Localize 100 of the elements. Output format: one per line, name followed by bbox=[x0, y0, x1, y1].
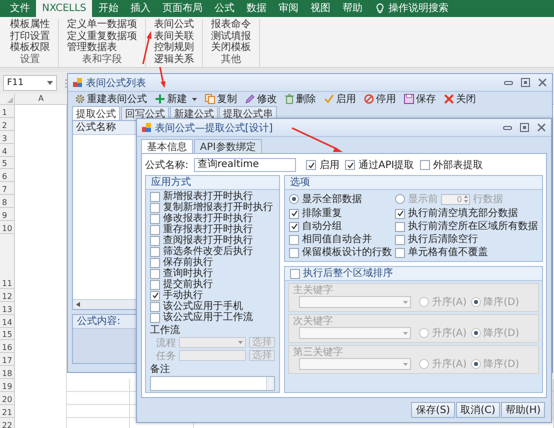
ribbon-tab[interactable]: 插入 bbox=[124, 0, 156, 17]
checkbox[interactable]: 该公式应用于工作流 bbox=[150, 312, 275, 323]
toolbar-button[interactable]: 停用 bbox=[361, 92, 399, 106]
row-header[interactable]: 5 bbox=[0, 156, 15, 170]
ribbon-command[interactable]: 关闭模板 bbox=[211, 42, 251, 54]
tab[interactable]: 提取公式 bbox=[72, 106, 120, 120]
checkbox[interactable]: 启用 bbox=[306, 160, 340, 170]
row-header[interactable]: 15 bbox=[0, 328, 15, 340]
ribbon-tab[interactable]: 页面布局 bbox=[156, 0, 208, 17]
row-header[interactable]: 3 bbox=[0, 130, 15, 144]
toolbar-button[interactable]: 保存 bbox=[401, 92, 439, 106]
ribbon-command[interactable]: 逻辑关系 bbox=[154, 54, 194, 65]
ribbon-tab[interactable]: 文件 bbox=[4, 0, 36, 17]
checkbox[interactable]: 该公式应用于手机 bbox=[150, 301, 275, 312]
row-header[interactable]: 7 bbox=[0, 182, 15, 196]
row-header[interactable]: 6 bbox=[0, 169, 15, 182]
row-header[interactable]: 10 bbox=[0, 221, 15, 234]
toolbar-button[interactable]: 修改 bbox=[242, 92, 280, 106]
ribbon-tab[interactable]: NXCELLS bbox=[36, 0, 92, 17]
row-header[interactable]: 4 bbox=[0, 144, 15, 157]
ribbon-tab[interactable]: 公式 bbox=[208, 0, 240, 17]
field-label: 任务 bbox=[156, 350, 176, 362]
ribbon-command[interactable]: 模板权限 bbox=[10, 42, 50, 54]
row-header[interactable]: 13 bbox=[0, 302, 15, 315]
row-header[interactable]: 11 bbox=[0, 234, 15, 289]
row-header[interactable]: 1 bbox=[0, 105, 15, 118]
checkbox[interactable]: 筛选条件改变后执行 bbox=[150, 246, 275, 257]
ribbon-command[interactable]: 表间公式 bbox=[154, 19, 194, 30]
ribbon-tab[interactable]: 帮助 bbox=[336, 0, 368, 17]
field-label: 第三关键字 bbox=[293, 347, 344, 358]
checkbox[interactable]: 复制新增报表打开时执行 bbox=[150, 202, 275, 213]
group-label: 表和字段 bbox=[82, 54, 122, 65]
checkbox[interactable]: 单元格有值不覆盖 bbox=[395, 247, 538, 258]
checkbox[interactable]: 排除重复 bbox=[289, 208, 393, 219]
row-header[interactable]: 16 bbox=[0, 340, 15, 354]
checkbox[interactable]: 执行后整个区域排序 bbox=[290, 268, 393, 279]
checkbox[interactable]: 手动执行 bbox=[150, 290, 275, 301]
ribbon-command[interactable]: 定义重复数据项 bbox=[67, 30, 137, 42]
checkbox[interactable]: 自动分组 bbox=[289, 221, 393, 232]
row-header[interactable]: 8 bbox=[0, 195, 15, 208]
radio-button[interactable]: 显示全部数据 bbox=[289, 192, 393, 206]
ribbon-command[interactable]: 报表命令 bbox=[211, 19, 251, 30]
row-header[interactable]: 17 bbox=[0, 353, 15, 366]
checkbox[interactable]: 修改报表打开时执行 bbox=[150, 213, 275, 224]
checkbox[interactable]: 查询时执行 bbox=[150, 268, 275, 279]
ribbon-command[interactable]: 模板属性 bbox=[10, 19, 50, 30]
row-header[interactable]: 12 bbox=[0, 288, 15, 302]
row-header[interactable]: 19 bbox=[0, 379, 15, 392]
row-header[interactable]: 20 bbox=[0, 392, 15, 405]
toolbar-button[interactable]: 启用 bbox=[321, 92, 359, 106]
tab[interactable]: API参数绑定 bbox=[194, 139, 262, 153]
ribbon-command[interactable]: 表间关联 bbox=[154, 30, 194, 42]
checkbox[interactable]: 新增报表打开时执行 bbox=[150, 191, 275, 202]
ribbon-command[interactable]: 控制规则 bbox=[154, 42, 194, 54]
toolbar-button[interactable]: 删除 bbox=[282, 92, 319, 106]
toolbar-button[interactable]: 重建表间公式 bbox=[72, 92, 150, 106]
ribbon-command[interactable]: 定义单一数据项 bbox=[67, 19, 137, 30]
dialog-button[interactable]: 保存(S) bbox=[411, 402, 455, 418]
group-title: 应用方式 bbox=[146, 176, 279, 190]
checkbox[interactable]: 提交前执行 bbox=[150, 279, 275, 290]
checkbox[interactable]: 查阅报表打开时执行 bbox=[150, 235, 275, 246]
row-header[interactable]: 18 bbox=[0, 366, 15, 380]
checkbox[interactable]: 保留模板设计的行数 bbox=[289, 247, 393, 258]
toolbar-button[interactable]: 关闭 bbox=[441, 92, 479, 106]
checkbox[interactable]: 执行前清空填充部分数据 bbox=[395, 208, 538, 219]
ribbon-command[interactable]: 测试填报 bbox=[211, 30, 251, 42]
ribbon-tab[interactable]: 视图 bbox=[304, 0, 336, 17]
ribbon-tab[interactable]: 审阅 bbox=[272, 0, 304, 17]
ribbon-tab[interactable]: 数据 bbox=[240, 0, 272, 17]
dialog-button[interactable]: 帮助(H) bbox=[501, 402, 545, 418]
ribbon-command[interactable]: 管理数据表 bbox=[67, 42, 117, 54]
checkbox[interactable]: 保存前执行 bbox=[150, 257, 275, 268]
toolbar-button[interactable]: 新建 bbox=[152, 92, 190, 106]
checkbox[interactable]: 相同值自动合并 bbox=[289, 234, 393, 245]
field-label: 公式名称: bbox=[145, 158, 188, 172]
checkbox[interactable]: 执行后清除空行 bbox=[395, 234, 538, 245]
row-header[interactable]: 21 bbox=[0, 404, 15, 418]
field-label: 主关键字 bbox=[293, 285, 334, 296]
search-link[interactable]: 操作说明搜索 bbox=[388, 0, 448, 17]
row-header[interactable]: 22 bbox=[0, 418, 15, 428]
name-field[interactable]: 查询realtime bbox=[194, 158, 296, 172]
dialog-button[interactable]: 取消(C) bbox=[456, 402, 500, 418]
section-label: 工作流 bbox=[150, 325, 181, 336]
tab[interactable]: 回写公式 bbox=[121, 106, 169, 120]
tab[interactable]: 基本信息 bbox=[141, 139, 193, 153]
row-header[interactable]: 14 bbox=[0, 314, 15, 328]
name-box[interactable]: F11 bbox=[3, 75, 57, 91]
checkbox[interactable]: 外部表提取 bbox=[420, 160, 484, 170]
checkbox[interactable]: 执行前清空所在区域所有数据 bbox=[395, 221, 538, 232]
ribbon-command[interactable]: 打印设置 bbox=[10, 30, 50, 42]
group-label: 设置 bbox=[20, 54, 40, 65]
row-header[interactable]: 9 bbox=[0, 208, 15, 222]
checkbox[interactable]: 通过API提取 bbox=[345, 160, 414, 170]
ribbon-tab[interactable]: 开始 bbox=[92, 0, 124, 17]
checkbox[interactable]: 重存报表打开时执行 bbox=[150, 224, 275, 235]
row-header[interactable]: 2 bbox=[0, 118, 15, 131]
window-title: 表间公式列表 bbox=[86, 76, 146, 90]
group-title: 选项 bbox=[285, 176, 542, 190]
toolbar-button[interactable]: 复制 bbox=[202, 92, 240, 106]
window-title: 表间公式—提取公式[设计] bbox=[155, 122, 273, 134]
